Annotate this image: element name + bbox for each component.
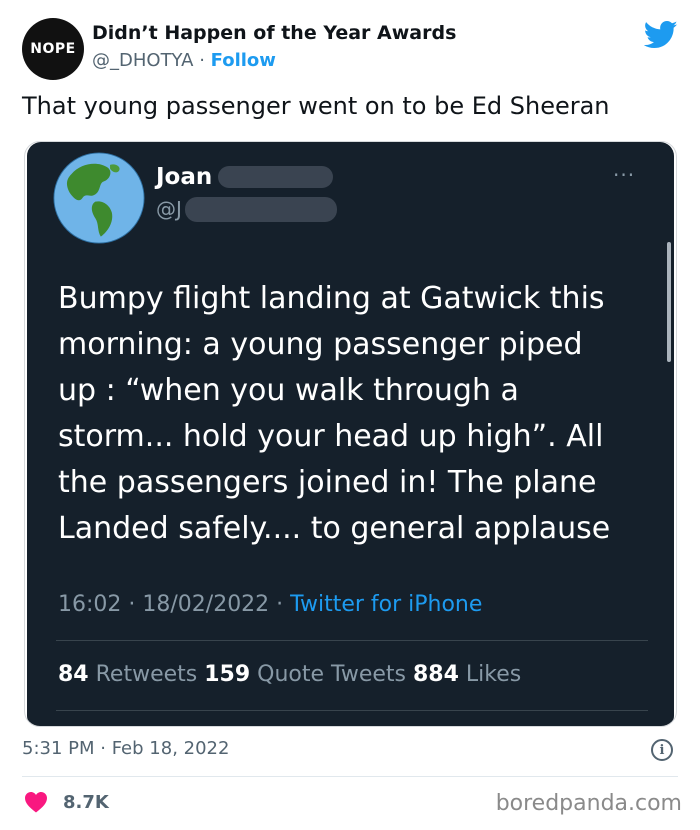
tweet-source: Twitter for iPhone — [290, 592, 483, 617]
body-line: morning: a young passenger piped — [58, 327, 583, 362]
embedded-tweet-stats: 84 Retweets 159 Quote Tweets 884 Likes — [58, 662, 521, 687]
divider — [22, 776, 678, 777]
scrollbar — [667, 242, 671, 362]
redacted-handle-blur — [185, 197, 337, 222]
twitter-bird-icon[interactable] — [644, 20, 678, 50]
author-name[interactable]: Didn’t Happen of the Year Awards — [92, 22, 456, 44]
embedded-tweet-meta: 16:02 · 18/02/2022 · Twitter for iPhone — [58, 592, 482, 617]
quote-tweets-count: 159 — [204, 662, 251, 687]
tweet-text: That young passenger went on to be Ed Sh… — [22, 92, 610, 120]
body-line: the passengers joined in! The plane — [58, 465, 597, 500]
embedded-timestamp: 16:02 · 18/02/2022 · — [58, 592, 291, 617]
divider — [56, 640, 648, 641]
retweets-label: Retweets — [88, 662, 205, 687]
tweet-timestamp[interactable]: 5:31 PM · Feb 18, 2022 — [22, 738, 229, 759]
embedded-author-name: Joan — [156, 164, 213, 190]
author-handle-line: @_DHOTYA · Follow — [92, 50, 276, 71]
boredpanda-watermark: boredpanda.com — [495, 791, 682, 816]
follow-link[interactable]: Follow — [211, 50, 276, 71]
body-line: up : “when you walk through a — [58, 373, 519, 408]
author-handle[interactable]: @_DHOTYA — [92, 50, 193, 71]
heart-icon[interactable] — [24, 791, 48, 813]
embedded-tweet-body: Bumpy flight landing at Gatwick this mor… — [58, 276, 648, 552]
more-options-icon: ··· — [613, 163, 636, 187]
body-line: Bumpy flight landing at Gatwick this — [58, 281, 605, 316]
globe-icon — [53, 152, 145, 244]
likes-label: Likes — [458, 662, 522, 687]
handle-separator: · — [193, 50, 211, 71]
info-icon[interactable]: i — [651, 739, 673, 761]
body-line: storm... hold your head up high”. All — [58, 419, 604, 454]
retweets-count: 84 — [58, 662, 89, 687]
quote-tweets-label: Quote Tweets — [250, 662, 413, 687]
embedded-tweet: Joan @J ··· Bumpy flight landing at Gatw… — [27, 142, 674, 726]
embedded-author-handle: @J — [156, 197, 182, 221]
divider — [56, 710, 648, 711]
likes-count: 884 — [412, 662, 459, 687]
embedded-screenshot[interactable]: Joan @J ··· Bumpy flight landing at Gatw… — [24, 141, 677, 727]
tweet-header: NOPE Didn’t Happen of the Year Awards @_… — [22, 18, 682, 82]
like-count[interactable]: 8.7K — [63, 792, 109, 813]
author-avatar[interactable]: NOPE — [22, 18, 84, 80]
body-line: Landed safely.... to general applause — [58, 511, 611, 546]
redacted-name-blur — [218, 166, 333, 188]
